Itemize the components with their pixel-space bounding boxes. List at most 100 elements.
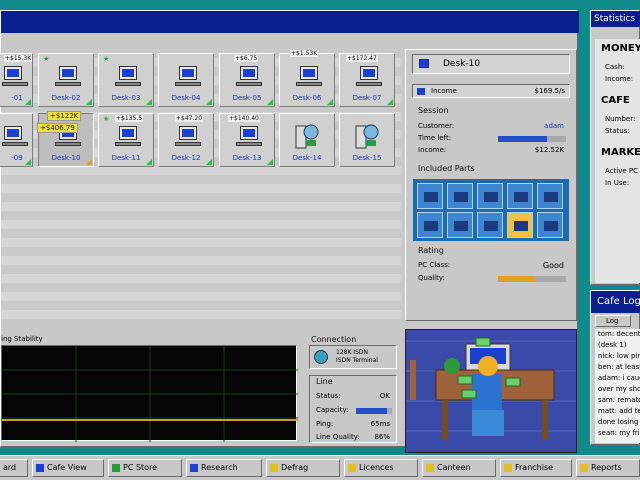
desk-13-tile[interactable]: +$140.40 Desk-13 (219, 113, 275, 167)
desk-11-tile[interactable]: ★ +$135.5 Desk-11 (98, 113, 154, 167)
drive-part-icon[interactable] (507, 183, 533, 209)
taskbar-canteen-button[interactable]: Canteen (422, 459, 496, 477)
number-label: Number: (605, 115, 636, 123)
log-line: matt: add te (598, 407, 640, 415)
tower-part-icon[interactable] (537, 212, 563, 238)
session-income-label: Income: (418, 146, 447, 154)
keyboard-icon (236, 142, 262, 146)
motherboard-part-icon[interactable] (447, 183, 473, 209)
floating-income-popup: +$122K (47, 111, 82, 121)
star-icon: ★ (103, 55, 110, 63)
taskbar-button-label: Franchise (515, 463, 554, 472)
desk-05-tile[interactable]: +$6.75 Desk-05 (219, 53, 275, 107)
taskbar-dashboard-button[interactable]: ard (0, 459, 28, 477)
quality-bar (498, 276, 566, 282)
taskbar-franchise-button[interactable]: Franchise (500, 459, 572, 477)
desk-03-tile[interactable]: ★ Desk-03 (98, 53, 154, 107)
statistics-window: Statistics MONEY Cash: Income: CAFE Numb… (590, 10, 640, 285)
mouse-part-icon[interactable] (477, 212, 503, 238)
lock-icon (580, 464, 588, 472)
desk-12-tile[interactable]: +$47.20 Desk-12 (158, 113, 214, 167)
status-label: Status: (316, 392, 341, 400)
income-label: Income: (605, 75, 634, 83)
log-line: (desk 1) (598, 341, 627, 349)
desk-title: Desk-10 (443, 59, 481, 69)
line-box: Line Status: OK Capacity: Ping: 65ms Lin… (309, 375, 397, 443)
status-indicator-icon (267, 159, 273, 165)
cpu-part-icon[interactable] (417, 183, 443, 209)
log-line: sam: rematch (598, 396, 640, 404)
desk-01-tile[interactable]: +$15.3K -01 (0, 53, 33, 107)
pc-store-icon (112, 464, 120, 472)
lock-icon (504, 464, 512, 472)
stability-panel: ing Stability (1, 335, 301, 445)
ping-label: Ping: (316, 420, 334, 428)
desk-money-popup: +$6.75 (234, 55, 259, 62)
lock-icon (426, 464, 434, 472)
desk-label: Desk-02 (51, 94, 81, 102)
display-part-icon[interactable] (417, 212, 443, 238)
connection-type: 128K ISDN (336, 349, 368, 356)
speaker-part-icon[interactable] (507, 212, 533, 238)
desk-money-popup: +$15.3K (4, 55, 33, 62)
cafe-log-titlebar[interactable]: Cafe Log (591, 291, 640, 313)
desk-09-tile[interactable]: -09 (0, 113, 33, 167)
status-indicator-icon (86, 159, 92, 165)
computer-icon (119, 66, 137, 80)
desk-10-tile[interactable]: Desk-10 (38, 113, 94, 167)
tab-log[interactable]: Log (595, 315, 631, 327)
research-icon (190, 464, 198, 472)
quality-label: Quality: (418, 274, 445, 282)
desk-label: Desk-06 (292, 94, 322, 102)
money-heading: MONEY (601, 43, 640, 54)
income-box: Income $169.5/s (412, 84, 570, 98)
desk-14-tile[interactable]: Desk-14 (279, 113, 335, 167)
status-value: OK (379, 392, 390, 400)
time-left-bar (498, 136, 566, 142)
desk-label: Desk-15 (352, 154, 382, 162)
log-line: adam: i caug (598, 374, 640, 382)
desk-15-tile[interactable]: Desk-15 (339, 113, 395, 167)
desk-02-tile[interactable]: ★ Desk-02 (38, 53, 94, 107)
desk-06-tile[interactable]: +$1.53K Desk-06 (279, 50, 335, 107)
income-label: Income (431, 87, 457, 95)
customer-label: Customer: (418, 122, 455, 130)
taskbar-licences-button[interactable]: Licences (344, 459, 418, 477)
tab-log-label: Log (606, 317, 619, 325)
computer-icon (119, 126, 137, 140)
connection-panel: Connection 128K ISDN ISDN Terminal Line … (307, 335, 399, 445)
main-window-titlebar[interactable] (1, 11, 579, 33)
taskbar-reports-button[interactable]: Reports (576, 459, 640, 477)
statistics-titlebar[interactable]: Statistics (591, 11, 640, 27)
log-line: ben: at least (598, 363, 640, 371)
cafe-main-window: +$15.3K -01 ★ Desk-02 ★ Desk-03 Desk-04 (0, 10, 579, 453)
keyboard-icon (175, 142, 201, 146)
desk-label: Desk-05 (232, 94, 262, 102)
stability-title: ing Stability (1, 335, 43, 343)
taskbar-defrag-button[interactable]: Defrag (266, 459, 340, 477)
computer-icon (360, 66, 378, 80)
log-line: done losing ( (598, 418, 640, 426)
desk-title-box: Desk-10 (412, 54, 570, 74)
desk-07-tile[interactable]: +$172.47 Desk-07 (339, 53, 395, 107)
desk-04-tile[interactable]: Desk-04 (158, 53, 214, 107)
desk-label: Desk-03 (111, 94, 141, 102)
log-line: tom: decent (598, 330, 640, 338)
taskbar-cafe-view-button[interactable]: Cafe View (32, 459, 104, 477)
cafe-log-title: Cafe Log (597, 296, 640, 307)
taskbar-button-label: ard (3, 463, 17, 472)
session-income-value: $12.52K (534, 146, 564, 154)
computer-icon (4, 66, 22, 80)
taskbar-pc-store-button[interactable]: PC Store (108, 459, 182, 477)
taskbar-research-button[interactable]: Research (186, 459, 262, 477)
desk-label: Desk-04 (171, 94, 201, 102)
keyboard-part-icon[interactable] (447, 212, 473, 238)
stability-graph (1, 345, 298, 442)
status-label: Status: (605, 127, 630, 135)
log-line: sean: my fri (598, 429, 640, 437)
ram-part-icon[interactable] (477, 183, 503, 209)
keyboard-icon (2, 142, 28, 146)
monitor-part-icon[interactable] (537, 183, 563, 209)
keyboard-icon (115, 82, 141, 86)
cash-label: Cash: (605, 63, 625, 71)
